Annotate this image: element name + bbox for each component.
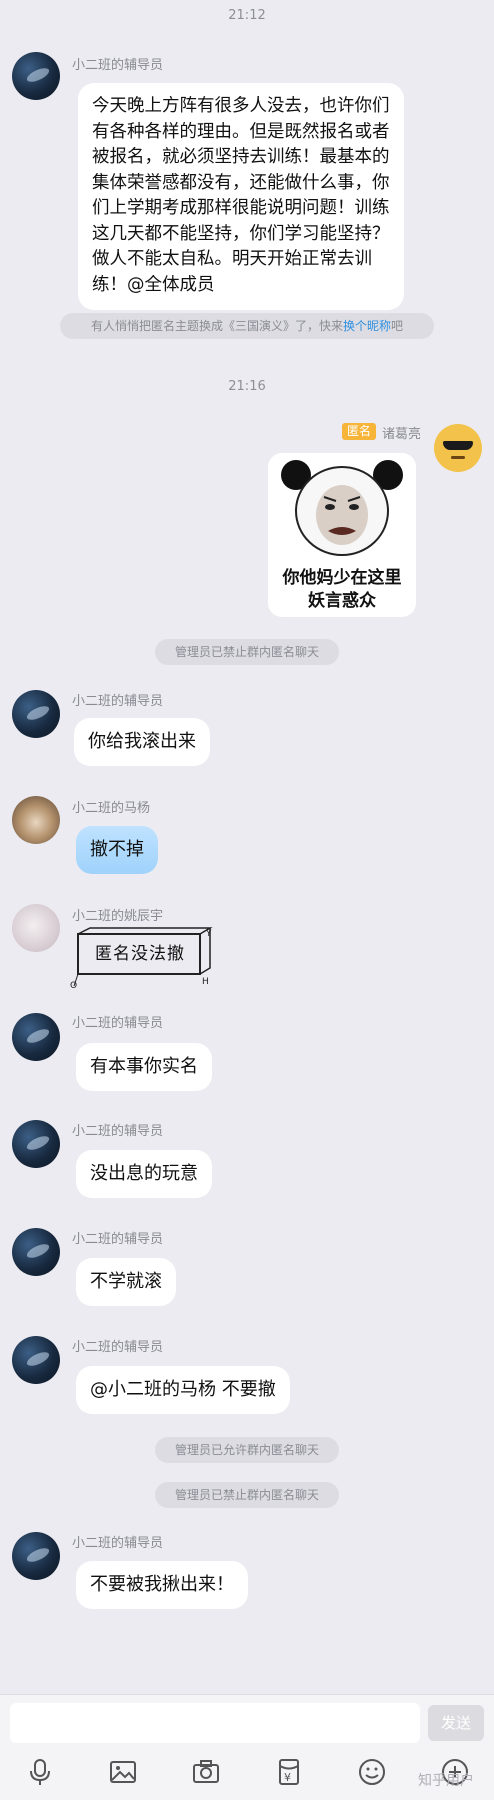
notice-text: 有人悄悄把匿名主题换成《三国演义》了，快来 bbox=[90, 319, 343, 333]
message-text: 撤不掉 bbox=[90, 839, 144, 860]
meme-caption: 你他妈少在这里 妖言惑众 bbox=[268, 567, 416, 613]
avatar[interactable] bbox=[12, 1228, 60, 1276]
message-bubble[interactable]: 有本事你实名 bbox=[76, 1043, 212, 1091]
avatar[interactable] bbox=[12, 1120, 60, 1168]
svg-text:Y: Y bbox=[205, 929, 212, 939]
camera-icon[interactable] bbox=[191, 1757, 221, 1787]
sender-name: 小二班的辅导员 bbox=[72, 1340, 164, 1355]
message-bubble[interactable]: 不学就滚 bbox=[76, 1258, 176, 1306]
meme-caption-line: 你他妈少在这里 bbox=[282, 568, 402, 588]
sticker-image[interactable]: H Y O 匿名没法撤 bbox=[70, 926, 214, 992]
message-bubble[interactable]: 撤不掉 bbox=[76, 826, 158, 874]
sticker-text: 匿名没法撤 bbox=[95, 944, 185, 964]
message-text: 不要被我揪出来！ bbox=[90, 1574, 234, 1595]
svg-text:H: H bbox=[202, 977, 209, 987]
sender-name: 小二班的辅导员 bbox=[72, 1016, 164, 1031]
anonymous-avatar[interactable] bbox=[434, 424, 482, 472]
notice-text-end: 吧 bbox=[391, 319, 404, 333]
message-bubble[interactable]: 没出息的玩意 bbox=[76, 1150, 212, 1198]
avatar[interactable] bbox=[12, 1013, 60, 1061]
mouth-shape bbox=[451, 456, 465, 459]
sender-name: 诸葛亮 bbox=[382, 427, 422, 442]
avatar[interactable] bbox=[12, 1532, 60, 1580]
panda-face-icon bbox=[268, 453, 416, 563]
avatar[interactable] bbox=[12, 52, 60, 100]
sender-name: 小二班的辅导员 bbox=[72, 694, 164, 709]
timestamp: 21:12 bbox=[228, 8, 266, 23]
sender-name: 小二班的辅导员 bbox=[72, 58, 164, 73]
sender-name: 小二班的辅导员 bbox=[72, 1536, 164, 1551]
message-input[interactable] bbox=[10, 1703, 420, 1743]
timestamp: 21:16 bbox=[228, 379, 266, 394]
sender-name: 小二班的马杨 bbox=[72, 801, 151, 816]
avatar[interactable] bbox=[12, 690, 60, 738]
sender-name: 小二班的辅导员 bbox=[72, 1124, 164, 1139]
sender-name: 小二班的姚辰宇 bbox=[72, 909, 164, 924]
message-bubble[interactable]: 不要被我揪出来！ bbox=[76, 1561, 248, 1609]
svg-text:¥: ¥ bbox=[284, 1771, 291, 1784]
send-button[interactable]: 发送 bbox=[428, 1705, 484, 1741]
message-bubble[interactable]: 你给我滚出来 bbox=[74, 718, 210, 766]
meme-sticker[interactable]: 你他妈少在这里 妖言惑众 bbox=[268, 453, 416, 617]
message-text: 你给我滚出来 bbox=[88, 731, 196, 752]
system-notice: 有人悄悄把匿名主题换成《三国演义》了，快来换个昵称吧 bbox=[60, 313, 434, 339]
avatar[interactable] bbox=[12, 1336, 60, 1384]
message-text: @小二班的马杨 不要撤 bbox=[90, 1379, 276, 1400]
message-text: 没出息的玩意 bbox=[90, 1163, 198, 1184]
anonymous-tag: 匿名 bbox=[342, 423, 377, 440]
message-text: 今天晚上方阵有很多人没去，也许你们有各种各样的理由。但是既然报名或者被报名，就必… bbox=[92, 96, 390, 295]
system-notice: 管理员已禁止群内匿名聊天 bbox=[155, 639, 339, 665]
image-icon[interactable] bbox=[108, 1757, 138, 1787]
message-text: 不学就滚 bbox=[90, 1271, 162, 1292]
system-notice: 管理员已允许群内匿名聊天 bbox=[155, 1437, 339, 1463]
microphone-icon[interactable] bbox=[25, 1757, 55, 1787]
message-bubble[interactable]: @小二班的马杨 不要撤 bbox=[76, 1366, 290, 1414]
sunglasses-icon bbox=[443, 441, 473, 450]
emoji-icon[interactable] bbox=[357, 1757, 387, 1787]
red-packet-icon[interactable]: ¥ bbox=[274, 1757, 304, 1787]
message-bubble[interactable]: 今天晚上方阵有很多人没去，也许你们有各种各样的理由。但是既然报名或者被报名，就必… bbox=[78, 83, 404, 310]
svg-text:O: O bbox=[70, 981, 77, 991]
avatar[interactable] bbox=[12, 904, 60, 952]
avatar[interactable] bbox=[12, 796, 60, 844]
system-notice: 管理员已禁止群内匿名聊天 bbox=[155, 1482, 339, 1508]
sender-name: 小二班的辅导员 bbox=[72, 1232, 164, 1247]
change-nickname-link[interactable]: 换个昵称 bbox=[343, 319, 391, 333]
meme-caption-line: 妖言惑众 bbox=[308, 591, 376, 611]
watermark: 知乎用户 bbox=[418, 1773, 474, 1789]
message-text: 有本事你实名 bbox=[90, 1056, 198, 1077]
